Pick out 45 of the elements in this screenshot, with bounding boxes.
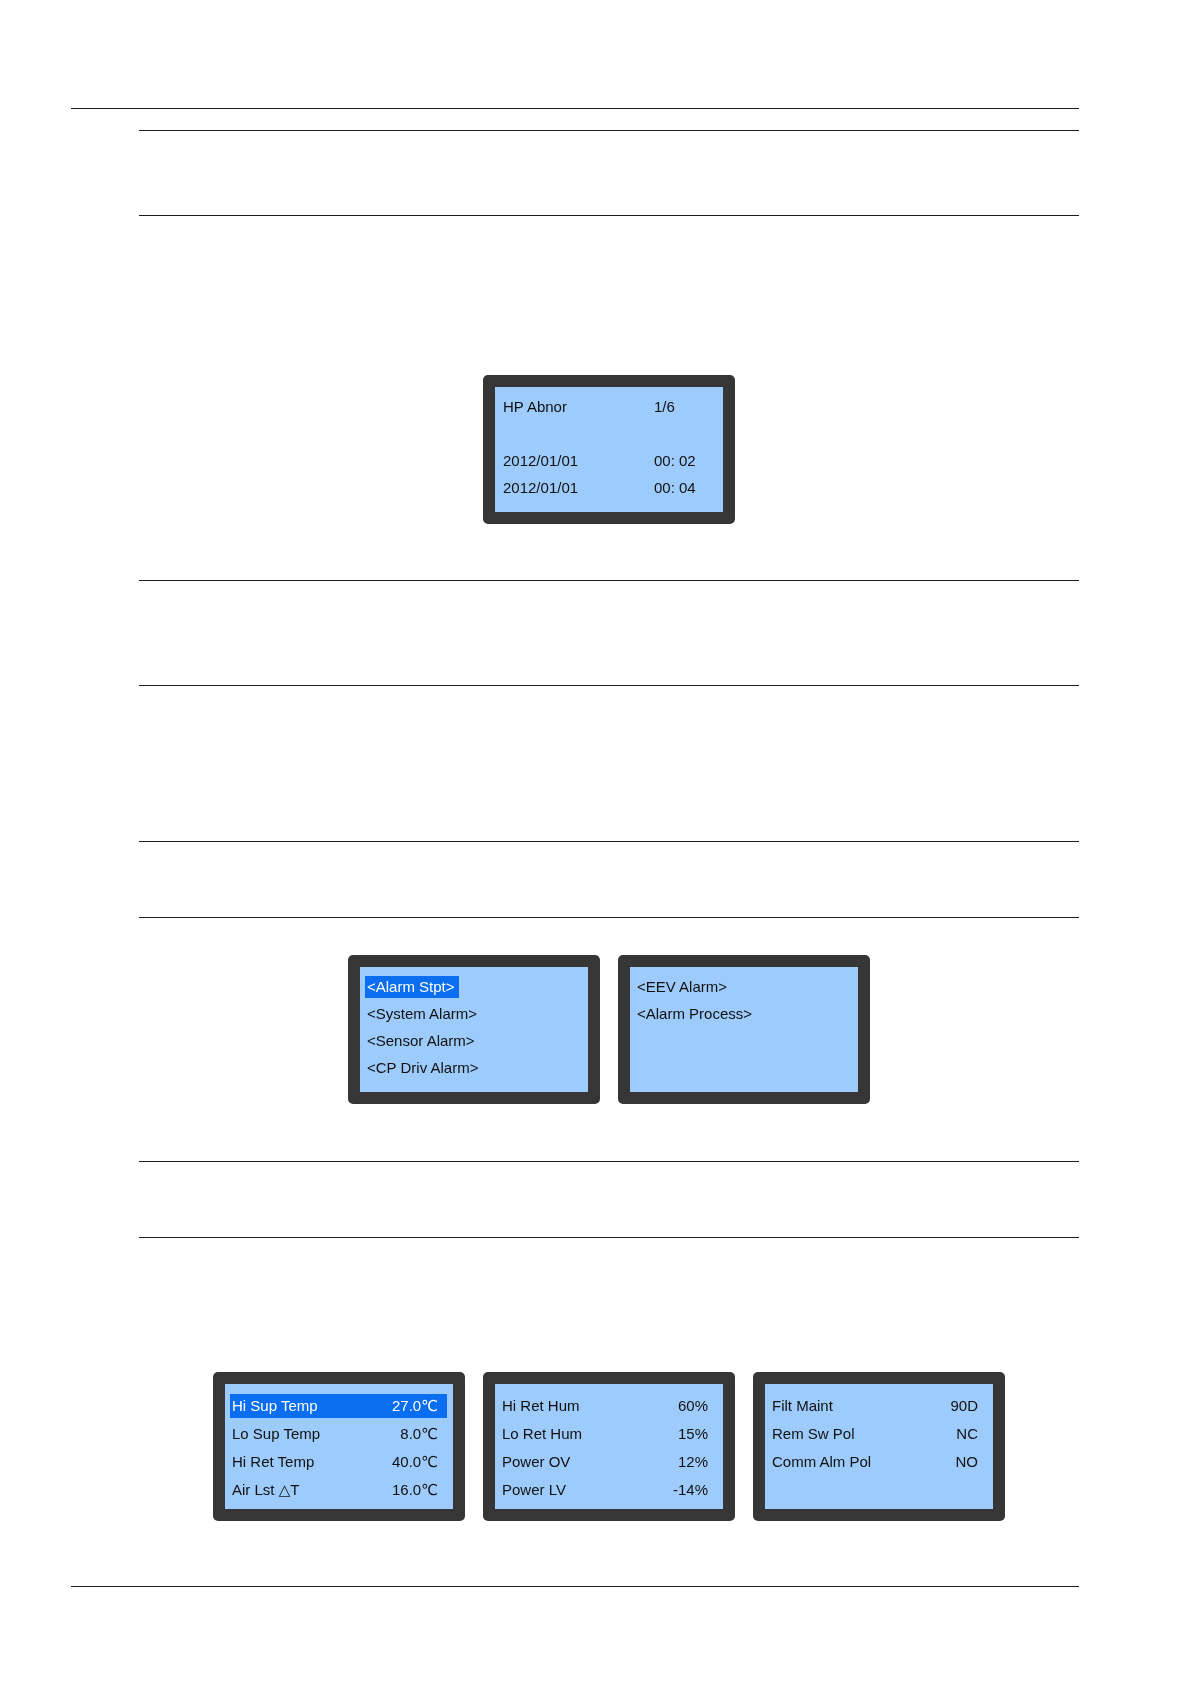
- param-label: Air Lst △T: [232, 1480, 300, 1500]
- param-row[interactable]: Hi Sup Temp 27.0℃: [230, 1394, 447, 1418]
- menu-item[interactable]: <EEV Alarm>: [635, 976, 732, 998]
- param-label: Lo Sup Temp: [232, 1424, 321, 1444]
- param-row[interactable]: Power LV -14%: [500, 1478, 717, 1502]
- record-time: 00: 02: [654, 451, 696, 471]
- record-time: 00: 04: [654, 478, 696, 498]
- param-label: Hi Ret Hum: [502, 1396, 580, 1416]
- param-label: Comm Alm Pol: [772, 1452, 872, 1472]
- menu-item[interactable]: <Alarm Stpt>: [365, 976, 459, 998]
- param-value: 27.0℃: [391, 1396, 438, 1416]
- param-value: NO: [955, 1452, 978, 1472]
- param-value: 15%: [677, 1424, 708, 1444]
- param-value: 90D: [950, 1396, 978, 1416]
- param-label: Power OV: [502, 1452, 571, 1472]
- alarm-name: HP Abnor: [503, 397, 567, 417]
- param-row[interactable]: Rem Sw Pol NC: [770, 1422, 987, 1446]
- record-date: 2012/01/01: [503, 451, 579, 471]
- record-date: 2012/01/01: [503, 478, 579, 498]
- param-value: 40.0℃: [391, 1452, 438, 1472]
- menu-item[interactable]: <CP Driv Alarm>: [365, 1057, 483, 1079]
- param-row[interactable]: Lo Ret Hum 15%: [500, 1422, 717, 1446]
- param-value: 60%: [677, 1396, 708, 1416]
- param-row[interactable]: Filt Maint 90D: [770, 1394, 987, 1418]
- param-label: Hi Ret Temp: [232, 1452, 315, 1472]
- param-value: 12%: [677, 1452, 708, 1472]
- param-value: -14%: [672, 1480, 708, 1500]
- param-label: Rem Sw Pol: [772, 1424, 855, 1444]
- param-value: 16.0℃: [391, 1480, 438, 1500]
- param-row[interactable]: Comm Alm Pol NO: [770, 1450, 987, 1474]
- param-row[interactable]: Hi Ret Temp 40.0℃: [230, 1450, 447, 1474]
- param-row[interactable]: Lo Sup Temp 8.0℃: [230, 1422, 447, 1446]
- param-label: Power LV: [502, 1480, 566, 1500]
- menu-item[interactable]: <System Alarm>: [365, 1003, 482, 1025]
- menu-item[interactable]: <Alarm Process>: [635, 1003, 757, 1025]
- param-label: Filt Maint: [772, 1396, 833, 1416]
- param-row[interactable]: Power OV 12%: [500, 1450, 717, 1474]
- param-value: NC: [956, 1424, 978, 1444]
- param-label: Lo Ret Hum: [502, 1424, 583, 1444]
- param-row[interactable]: Hi Ret Hum 60%: [500, 1394, 717, 1418]
- page-indicator: 1/6: [654, 397, 675, 417]
- param-label: Hi Sup Temp: [232, 1396, 318, 1416]
- param-row[interactable]: Air Lst △T 16.0℃: [230, 1478, 447, 1502]
- param-value: 8.0℃: [400, 1424, 438, 1444]
- menu-item[interactable]: <Sensor Alarm>: [365, 1030, 479, 1052]
